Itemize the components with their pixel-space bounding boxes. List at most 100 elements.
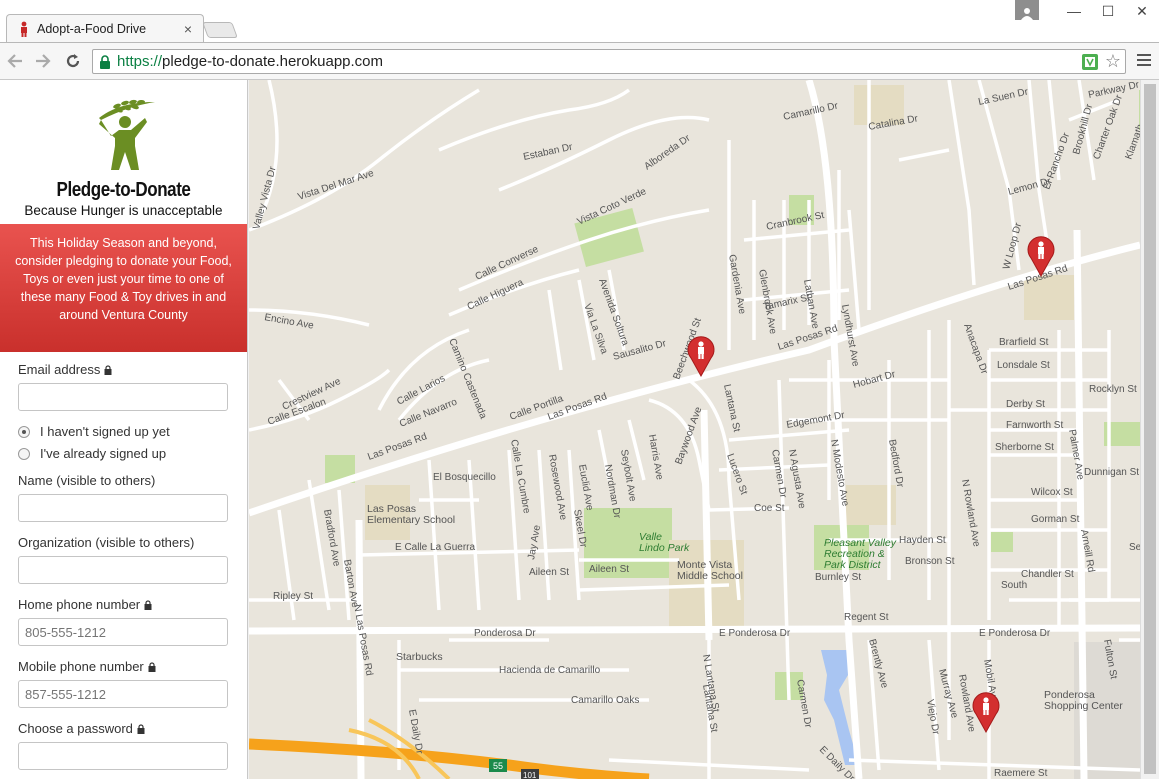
street-label: Ripley St (273, 591, 313, 602)
street-label: Carmen Dr (769, 449, 788, 500)
street-label: Aileen St (529, 567, 569, 578)
extension-icon[interactable] (1081, 53, 1099, 71)
street-label: Jay Ave (526, 524, 543, 561)
radio-not-signed-up[interactable]: I haven't signed up yet (18, 424, 229, 439)
street-label: Klamath (1123, 123, 1140, 161)
email-label-text: Email address (18, 362, 101, 377)
email-field[interactable] (18, 383, 228, 411)
reload-icon[interactable] (62, 51, 84, 71)
close-window-button[interactable]: ✕ (1125, 3, 1159, 20)
forward-arrow-icon[interactable] (32, 51, 54, 71)
name-field[interactable] (18, 494, 228, 522)
radio-not-signed-up-label: I haven't signed up yet (40, 424, 170, 439)
street-label: Chandler St (1021, 569, 1074, 580)
browser-toolbar: https://pledge-to-donate.herokuapp.com ☆ (0, 42, 1159, 80)
home-phone-field[interactable] (18, 618, 228, 646)
street-label: E Ponderosa Dr (719, 628, 791, 639)
radio-signed-up-label: I've already signed up (40, 446, 167, 461)
street-label: Brookhill Dr (1071, 102, 1095, 155)
place-label: Elementary School (367, 514, 455, 526)
street-label: Raemere St (994, 768, 1048, 779)
password-field[interactable] (18, 742, 228, 770)
profile-icon[interactable] (1015, 0, 1039, 20)
address-bar[interactable]: https://pledge-to-donate.herokuapp.com ☆ (92, 49, 1126, 74)
scrollbar-thumb[interactable] (1144, 84, 1156, 774)
street-label: Via La Silva (581, 302, 609, 356)
map-freeway-101 (249, 738, 650, 779)
street-label: Alboreda Dr (642, 132, 693, 172)
logo-title: Pledge-to-Donate (56, 179, 191, 201)
street-label: Ponderosa Dr (474, 628, 536, 639)
organization-label: Organization (visible to others) (18, 535, 195, 550)
place-label: Shopping Center (1044, 700, 1123, 712)
map-road (249, 88, 480, 232)
street-label: Dunnigan St (1084, 467, 1139, 478)
lock-icon (137, 723, 145, 734)
street-label: Camarillo Oaks (571, 695, 639, 706)
new-tab-button[interactable] (202, 22, 238, 38)
highway-shield-101-label: 101 (523, 771, 537, 779)
street-label: Hacienda de Camarillo (499, 665, 601, 676)
street-label: N Modesto Ave (828, 439, 851, 508)
street-label: Derby St (1006, 399, 1045, 410)
tab-bar: Adopt-a-Food Drive × — ☐ ✕ (0, 0, 1159, 42)
secure-lock-icon (99, 54, 111, 69)
map-road (728, 428, 850, 442)
map-road (277, 509, 296, 621)
mobile-phone-label: Mobile phone number (18, 659, 229, 674)
street-label: Carmen Dr (794, 679, 813, 730)
map-road-lantana (700, 409, 713, 641)
wheat-person-logo-icon (98, 99, 155, 170)
street-label: Wilcox St (1031, 487, 1073, 498)
signup-form: Email address I haven't signed up yet I'… (0, 352, 247, 779)
map-road (898, 148, 950, 162)
street-label: Seybolt Ave (618, 449, 638, 503)
street-label: El Bosquecillo (433, 472, 496, 483)
street-label: Se (1129, 542, 1140, 553)
place-label: Park District (824, 559, 882, 571)
street-label: E Daily Dr (406, 709, 425, 756)
street-label: Calle Converse (474, 244, 541, 283)
street-label: Sherborne St (995, 442, 1054, 453)
street-label: E Calle La Guerra (395, 542, 475, 553)
street-label: W Loop Dr (1001, 221, 1024, 271)
map-canvas[interactable]: 55 101 Las Posas RdLas Posas RdLas Posas… (249, 80, 1140, 779)
street-label: Burnley St (815, 572, 861, 583)
map-park (991, 532, 1013, 552)
street-label: Lonsdale St (997, 360, 1050, 371)
street-label: Euclid Ave (576, 464, 595, 512)
tab-close-icon[interactable]: × (181, 21, 195, 37)
home-phone-label-text: Home phone number (18, 597, 141, 612)
radio-button-selected[interactable] (18, 425, 30, 438)
place-label: Starbucks (396, 651, 443, 663)
food-drive-marker-icon[interactable] (687, 336, 715, 378)
organization-field[interactable] (18, 556, 228, 584)
chrome-menu-icon[interactable] (1137, 54, 1151, 69)
promo-banner: This Holiday Season and beyond, consider… (0, 224, 247, 352)
map-road (947, 80, 976, 286)
street-label: Lantana St (721, 383, 742, 433)
street-label: N Rowland Ave (959, 479, 982, 548)
map-freeway: 55 101 (249, 718, 650, 779)
maximize-button[interactable]: ☐ (1091, 3, 1125, 20)
bookmark-star-icon[interactable]: ☆ (1105, 51, 1121, 72)
street-label: Camarillo Dr (782, 100, 839, 122)
radio-button[interactable] (18, 447, 30, 460)
street-label: N Las Posas Rd (351, 604, 374, 677)
street-label: Viejo Dr (924, 699, 941, 736)
browser-tab[interactable]: Adopt-a-Food Drive × (6, 14, 204, 42)
lock-icon (104, 364, 112, 375)
mobile-phone-field[interactable] (18, 680, 228, 708)
street-label: Brarfield St (999, 337, 1049, 348)
minimize-button[interactable]: — (1057, 3, 1091, 19)
back-arrow-icon[interactable] (4, 51, 26, 71)
map[interactable]: 55 101 Las Posas Rd Las Posas Rd Las Posas… (249, 80, 1140, 779)
street-label: Gorman St (1031, 514, 1080, 525)
lock-icon (148, 661, 156, 672)
place-label: Middle School (677, 570, 743, 582)
street-label: La Suen Dr (977, 87, 1029, 108)
page-scrollbar[interactable] (1140, 80, 1159, 779)
radio-signed-up[interactable]: I've already signed up (18, 446, 229, 461)
place-label: Lindo Park (639, 542, 690, 554)
street-label: Farnworth St (1006, 420, 1063, 431)
